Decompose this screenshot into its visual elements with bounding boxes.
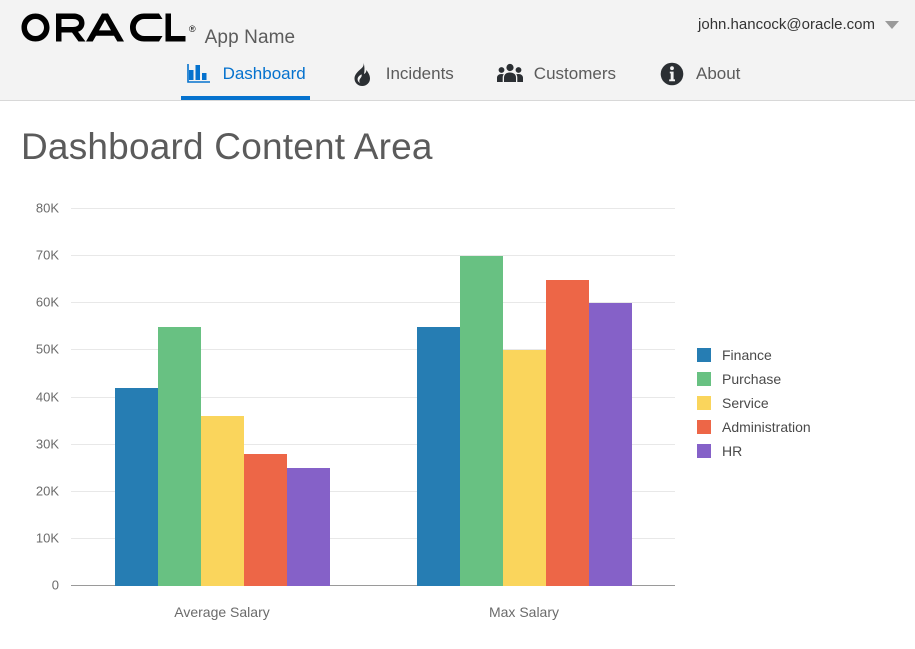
tab-customers[interactable]: Customers xyxy=(492,55,620,100)
chart-plot-area: 0 10K 20K 30K 40K 50K 60K 70K 80K Average Salary… xyxy=(36,201,675,620)
y-axis-tick-label: 60K xyxy=(35,294,59,310)
user-email: john.hancock@oracle.com xyxy=(698,16,875,33)
user-menu[interactable]: john.hancock@oracle.com xyxy=(698,16,899,33)
x-axis-tick-label: Average Salary xyxy=(174,604,270,620)
legend-label: Service xyxy=(722,395,769,411)
x-axis-tick-label: Max Salary xyxy=(488,604,560,620)
chart-legend: Finance Purchase Service Administration HR xyxy=(697,347,811,459)
legend-item[interactable]: Service xyxy=(697,395,811,411)
salary-bar-chart: 0 10K 20K 30K 40K 50K 60K 70K 80K Average Salary… xyxy=(0,196,915,646)
chart-bar[interactable] xyxy=(502,350,546,586)
legend-swatch xyxy=(697,396,711,410)
legend-item[interactable]: HR xyxy=(697,443,811,459)
chart-bar[interactable] xyxy=(114,388,158,586)
y-axis-tick-label: 40K xyxy=(35,389,59,404)
y-axis-tick-label: 50K xyxy=(35,341,59,357)
legend-item[interactable]: Administration xyxy=(697,419,811,435)
tab-incidents[interactable]: Incidents xyxy=(344,55,458,100)
page-title: Dashboard Content Area xyxy=(21,126,433,167)
tab-customers-label: Customers xyxy=(533,64,616,83)
bar-chart-icon xyxy=(185,61,213,87)
tab-about[interactable]: About xyxy=(654,55,744,100)
content-area: Dashboard Content Area 0 10K 20K 30K 40K 50K 6… xyxy=(0,101,915,649)
legend-item[interactable]: Finance xyxy=(697,347,811,363)
legend-label: HR xyxy=(722,443,743,459)
app-header: ® App Name john.hancock@oracle.com Dashb… xyxy=(0,0,915,101)
registered-trademark-symbol: ® xyxy=(189,24,196,34)
flame-icon xyxy=(348,61,376,87)
chart-bar[interactable] xyxy=(243,454,287,586)
tab-about-label: About xyxy=(695,64,741,83)
legend-label: Administration xyxy=(722,419,811,435)
legend-swatch xyxy=(697,444,711,458)
chart-bar[interactable] xyxy=(588,303,632,586)
y-axis-tick-label: 30K xyxy=(35,436,59,452)
chart-bar[interactable] xyxy=(416,326,460,586)
info-circle-icon xyxy=(658,61,686,87)
brand: ® App Name xyxy=(20,12,295,49)
legend-label: Purchase xyxy=(722,371,782,387)
chart-bar[interactable] xyxy=(545,279,589,586)
chart-bar[interactable] xyxy=(200,416,244,586)
tab-incidents-label: Incidents xyxy=(385,64,454,83)
legend-swatch xyxy=(697,348,711,362)
y-axis-tick-label: 70K xyxy=(35,247,59,263)
tab-dashboard[interactable]: Dashboard xyxy=(180,55,310,100)
legend-label: Finance xyxy=(722,347,772,363)
chevron-down-icon[interactable] xyxy=(885,20,899,29)
main-navigation: Dashboard Incidents Customers About xyxy=(0,55,915,100)
y-axis-tick-label: 80K xyxy=(35,200,59,216)
people-group-icon xyxy=(496,61,524,87)
y-axis-tick-label: 10K xyxy=(35,530,59,546)
app-name: App Name xyxy=(204,27,296,48)
chart-bar-group: Max Salary xyxy=(373,209,675,620)
tab-dashboard-label: Dashboard xyxy=(222,64,306,83)
y-axis-tick-label: 0 xyxy=(51,577,59,593)
chart-bar-group: Average Salary xyxy=(71,209,373,620)
y-axis-tick-label: 20K xyxy=(35,483,59,499)
chart-bar[interactable] xyxy=(286,468,330,586)
chart-bar[interactable] xyxy=(459,256,503,586)
legend-item[interactable]: Purchase xyxy=(697,371,811,387)
legend-swatch xyxy=(697,372,711,386)
chart-bar-groups: Average Salary Max Salary xyxy=(71,209,675,620)
oracle-logo xyxy=(20,12,188,43)
legend-swatch xyxy=(697,420,711,434)
chart-bar[interactable] xyxy=(157,326,201,586)
